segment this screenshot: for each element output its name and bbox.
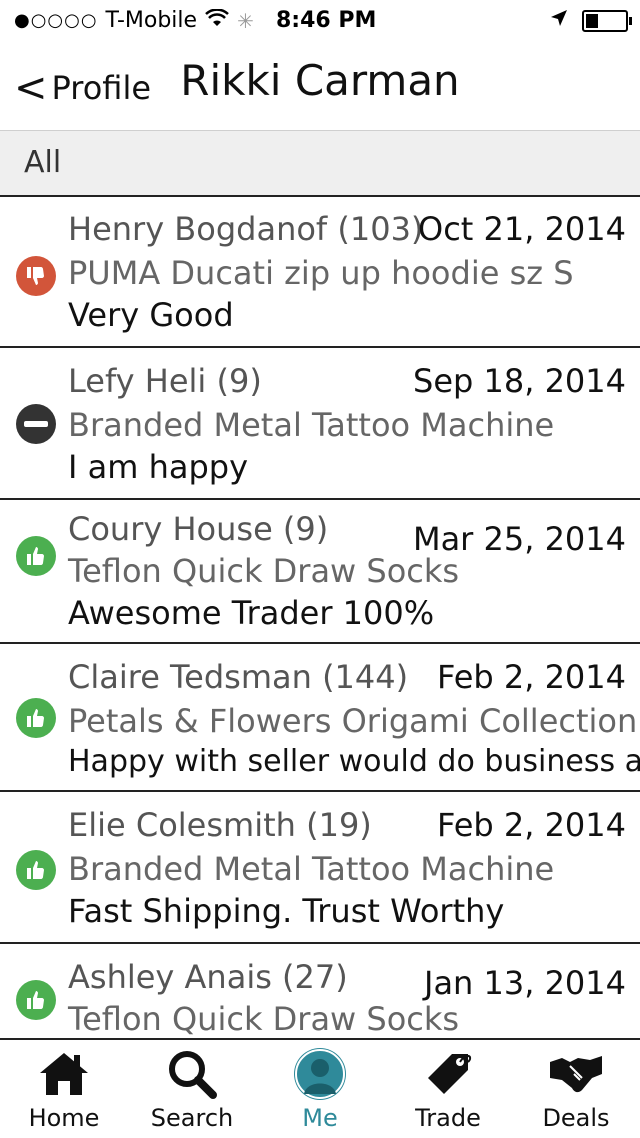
page-title: Rikki Carman	[180, 56, 460, 105]
thumbs-down-icon	[16, 256, 56, 296]
feedback-date: Sep 18, 2014	[413, 362, 626, 400]
tab-bar: Home Search Me Trade Deals	[0, 1038, 640, 1138]
wifi-icon	[205, 8, 229, 33]
tab-me[interactable]: Me	[256, 1040, 384, 1138]
feedback-comment: Very Good	[68, 296, 234, 334]
item-title: Teflon Quick Draw Socks	[68, 1000, 460, 1038]
trader-name: Claire Tedsman (144)	[68, 658, 409, 696]
thumbs-up-icon	[16, 536, 56, 576]
trader-name: Ashley Anais (27)	[68, 958, 348, 996]
tab-deals[interactable]: Deals	[512, 1040, 640, 1138]
thumbs-up-icon	[16, 980, 56, 1020]
tab-label: Search	[150, 1104, 234, 1132]
search-icon	[164, 1046, 220, 1102]
tab-label: Deals	[542, 1104, 610, 1132]
feedback-comment: Awesome Trader 100%	[68, 594, 435, 632]
status-bar: ●○○○○ T-Mobile ✳ 8:46 PM	[0, 0, 640, 40]
thumbs-up-icon	[16, 698, 56, 738]
feedback-row[interactable]: Ashley Anais (27) Jan 13, 2014 Teflon Qu…	[0, 944, 640, 1038]
tab-trade[interactable]: Trade	[384, 1040, 512, 1138]
feedback-date: Feb 2, 2014	[437, 806, 626, 844]
feedback-comment: I am happy	[68, 448, 249, 486]
trader-name: Elie Colesmith (19)	[68, 806, 372, 844]
navigation-bar: < Profile Rikki Carman	[0, 40, 640, 130]
tab-label: Home	[28, 1104, 100, 1132]
signal-strength-icon: ●○○○○	[14, 10, 98, 31]
tab-label: Trade	[415, 1104, 481, 1132]
tab-home[interactable]: Home	[0, 1040, 128, 1138]
trader-name: Coury House (9)	[68, 510, 329, 548]
feedback-row[interactable]: Claire Tedsman (144) Feb 2, 2014 Petals …	[0, 644, 640, 792]
clock: 8:46 PM	[276, 8, 377, 33]
feedback-row[interactable]: Henry Bogdanof (103) Oct 21, 2014 PUMA D…	[0, 196, 640, 348]
home-icon	[36, 1046, 92, 1102]
filter-bar[interactable]: All	[0, 130, 640, 197]
handshake-icon	[548, 1046, 604, 1102]
feedback-list[interactable]: Henry Bogdanof (103) Oct 21, 2014 PUMA D…	[0, 196, 640, 1038]
item-title: Petals & Flowers Origami Collection	[68, 702, 638, 740]
thumbs-up-icon	[16, 850, 56, 890]
battery-icon	[582, 9, 632, 32]
filter-label: All	[24, 145, 62, 180]
feedback-comment: Happy with seller would do business agai…	[68, 744, 640, 779]
item-title: Branded Metal Tattoo Machine	[68, 406, 555, 444]
user-icon	[292, 1046, 348, 1102]
trader-name: Lefy Heli (9)	[68, 362, 262, 400]
activity-spinner-icon: ✳	[237, 8, 254, 33]
neutral-minus-icon	[16, 404, 56, 444]
feedback-row[interactable]: Lefy Heli (9) Sep 18, 2014 Branded Metal…	[0, 348, 640, 500]
tag-icon	[420, 1046, 476, 1102]
feedback-comment: Fast Shipping. Trust Worthy	[68, 892, 505, 930]
location-arrow-icon	[550, 8, 568, 33]
carrier-label: T-Mobile	[105, 8, 198, 33]
trader-name: Henry Bogdanof (103)	[68, 210, 424, 248]
feedback-date: Jan 13, 2014	[424, 964, 626, 1002]
item-title: Branded Metal Tattoo Machine	[68, 850, 555, 888]
feedback-date: Feb 2, 2014	[437, 658, 626, 696]
feedback-date: Oct 21, 2014	[418, 210, 626, 248]
item-title: PUMA Ducati zip up hoodie sz S	[68, 254, 574, 292]
item-title: Teflon Quick Draw Socks	[68, 552, 460, 590]
tab-label: Me	[302, 1104, 338, 1132]
feedback-row[interactable]: Elie Colesmith (19) Feb 2, 2014 Branded …	[0, 792, 640, 944]
tab-search[interactable]: Search	[128, 1040, 256, 1138]
feedback-row[interactable]: Coury House (9) Mar 25, 2014 Teflon Quic…	[0, 500, 640, 644]
